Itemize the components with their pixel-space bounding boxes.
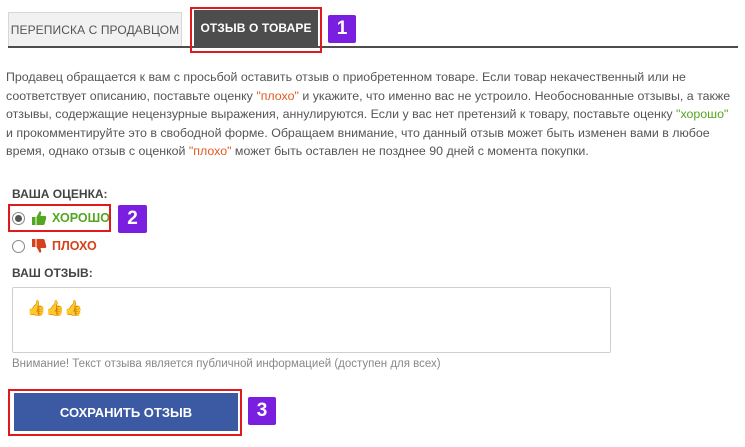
rating-bad-label: ПЛОХО xyxy=(52,239,97,253)
step-badge-1: 1 xyxy=(328,15,356,43)
rating-label: ВАША ОЦЕНКА: xyxy=(12,187,108,201)
instructions-text-4: может быть оставлен не позднее 90 дней с… xyxy=(231,144,589,159)
step-badge-2: 2 xyxy=(118,205,147,233)
thumbs-down-icon xyxy=(32,239,47,253)
rating-option-bad[interactable]: ПЛОХО xyxy=(12,236,97,256)
public-notice: Внимание! Текст отзыва является публично… xyxy=(12,358,441,370)
tab-seller-chat-label: ПЕРЕПИСКА С ПРОДАВЦОМ xyxy=(10,22,180,37)
instructions-bad-word-2: "плохо" xyxy=(188,144,232,159)
highlight-box-2 xyxy=(8,204,111,232)
tab-seller-chat[interactable]: ПЕРЕПИСКА С ПРОДАВЦОМ xyxy=(8,12,182,46)
review-label: ВАШ ОТЗЫВ: xyxy=(12,266,93,280)
review-instructions: Продавец обращается к вам с просьбой ост… xyxy=(6,68,731,161)
highlight-box-1 xyxy=(190,7,322,53)
step-badge-3: 3 xyxy=(248,397,276,425)
instructions-bad-word-1: "плохо" xyxy=(256,88,299,103)
instructions-good-word: "хорошо" xyxy=(676,107,729,122)
tabs-divider xyxy=(8,46,738,48)
radio-bad[interactable] xyxy=(12,239,25,253)
review-text: 👍👍👍 xyxy=(27,299,84,317)
highlight-box-3 xyxy=(8,389,242,436)
review-textarea[interactable]: 👍👍👍 xyxy=(12,287,611,353)
